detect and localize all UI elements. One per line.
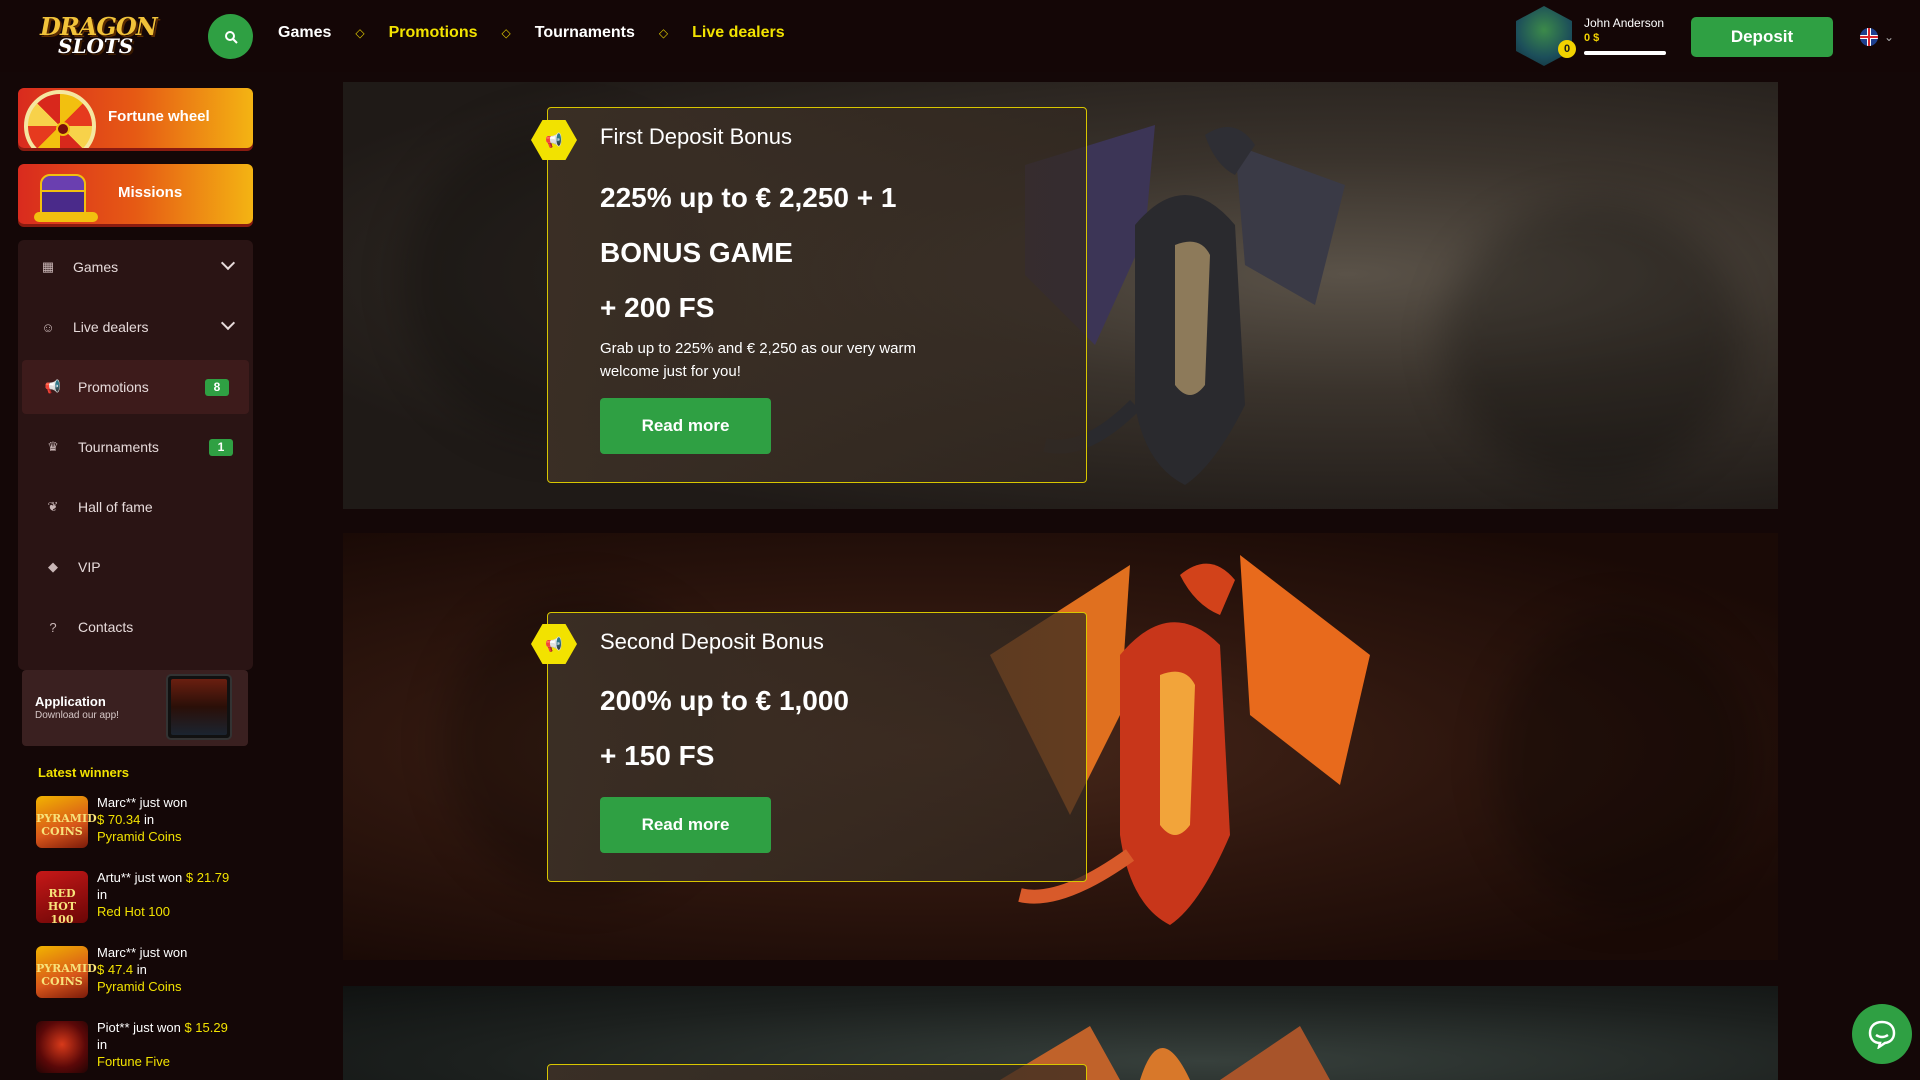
game-link[interactable]: Pyramid Coins (97, 979, 182, 994)
top-navigation: Games ◇ Promotions ◇ Tournaments ◇ Live … (278, 24, 785, 42)
chat-icon (1868, 1020, 1896, 1049)
laurel-icon: ❦ (47, 499, 59, 514)
nav-separator-icon: ◇ (658, 26, 669, 40)
sidebar-item-label: Live dealers (73, 319, 149, 335)
fortune-wheel-icon (24, 90, 96, 148)
latest-winners-title: Latest winners (38, 765, 130, 780)
offer-headline: + 200 FS (600, 292, 715, 323)
sidebar-item-live-dealers[interactable]: ☺ Live dealers (18, 300, 253, 354)
winner-item[interactable]: PYRAMID COINS Marc** just won $ 70.34 in… (36, 794, 246, 850)
user-balance: 0 $ (1584, 32, 1600, 44)
phone-app-preview-icon (166, 674, 232, 740)
language-selector[interactable]: ⌄ (1860, 28, 1894, 46)
third-bonus-card (547, 1064, 1087, 1080)
nav-games[interactable]: Games (278, 24, 331, 42)
deposit-button[interactable]: Deposit (1691, 17, 1833, 57)
offer-description: Grab up to 225% and € 2,250 as our very … (600, 340, 917, 380)
win-amount: $ 15.29 (184, 1020, 228, 1035)
sidebar-item-label: Promotions (78, 379, 149, 395)
level-progress-fill (1584, 51, 1666, 55)
winner-text: Artu** just won $ 21.79 in Red Hot 100 (97, 870, 230, 919)
offer-title: Second Deposit Bonus (600, 629, 824, 654)
sidebar-item-contacts[interactable]: ? Contacts (18, 600, 253, 654)
game-thumbnail[interactable]: RED HOT 100 (36, 871, 88, 926)
winner-item[interactable]: RED HOT 100 Artu** just won $ 21.79 in R… (36, 869, 246, 926)
search-button[interactable] (208, 14, 253, 59)
app-subtitle: Download our app! (35, 710, 119, 721)
logo-text-bottom: SLOTS (58, 34, 134, 58)
top-header: DRAGON SLOTS Games ◇ Promotions ◇ Tourna… (0, 0, 1920, 72)
chevron-down-icon[interactable] (220, 315, 236, 331)
offer-headline: 200% up to € 1,000 (600, 685, 850, 716)
treasure-chest-icon (34, 172, 98, 222)
winner-text: Marc** just won $ 47.4 in Pyramid Coins (97, 945, 188, 994)
win-amount: $ 70.34 (97, 812, 141, 827)
sidebar-item-label: VIP (78, 559, 101, 575)
winner-item[interactable]: PYRAMID COINS Marc** just won $ 47.4 in … (36, 944, 246, 1000)
read-more-button[interactable]: Read more (600, 398, 771, 454)
live-dealers-icon: ☺ (41, 319, 55, 335)
game-thumbnail[interactable]: PYRAMID COINS (36, 946, 97, 998)
sidebar-item-promotions[interactable]: 📢 Promotions 8 (22, 360, 249, 414)
winner-item[interactable]: Piot** just won $ 15.29 in Fortune Five (36, 1019, 246, 1075)
missions-label: Missions (118, 184, 183, 201)
game-link[interactable]: Pyramid Coins (97, 829, 182, 844)
sidebar-menu: ▦ Games ☺ Live dealers 📢 Promotions 8 ♛ … (18, 240, 253, 670)
fortune-wheel-label: Fortune wheel (108, 108, 210, 125)
chevron-down-icon: ⌄ (1884, 30, 1895, 44)
missions-card[interactable]: Missions (18, 164, 253, 224)
trophy-icon: ♛ (47, 439, 59, 454)
sidebar-item-label: Tournaments (78, 439, 159, 455)
avatar[interactable]: 0 (1516, 6, 1576, 66)
offer-headline: + 150 FS (600, 740, 715, 771)
search-icon (224, 30, 238, 44)
nav-separator-icon: ◇ (355, 26, 365, 40)
win-amount: $ 21.79 (185, 870, 230, 885)
uk-flag-icon (1860, 28, 1878, 46)
offer-headline: 225% up to € 2,250 + 1 (600, 182, 897, 213)
game-link[interactable]: Red Hot 100 (97, 904, 170, 919)
help-icon: ? (49, 619, 57, 635)
sidebar-item-games[interactable]: ▦ Games (18, 240, 253, 294)
app-title: Application (35, 694, 106, 709)
level-badge: 0 (1558, 40, 1576, 58)
diamond-icon: ◆ (48, 559, 58, 574)
sidebar-item-tournaments[interactable]: ♛ Tournaments 1 (18, 420, 253, 474)
games-icon: ▦ (41, 259, 55, 274)
chevron-down-icon[interactable] (220, 255, 236, 271)
offer-title: First Deposit Bonus (600, 124, 792, 149)
win-amount: $ 47.4 (97, 962, 134, 977)
fortune-wheel-card[interactable]: Fortune wheel (18, 88, 253, 148)
winner-text: Marc** just won $ 70.34 in Pyramid Coins (97, 795, 188, 844)
game-thumbnail[interactable] (36, 1021, 88, 1073)
promotions-count-badge: 8 (205, 378, 229, 396)
game-thumbnail[interactable]: PYRAMID COINS (36, 796, 97, 848)
live-chat-button[interactable] (1852, 1004, 1912, 1064)
megaphone-icon: 📢 (44, 379, 62, 394)
nav-separator-icon: ◇ (501, 26, 511, 40)
game-link[interactable]: Fortune Five (97, 1054, 170, 1069)
app-download-card[interactable]: Application Download our app! (22, 670, 248, 746)
sidebar-item-label: Contacts (78, 619, 134, 635)
sidebar-item-hall-of-fame[interactable]: ❦ Hall of fame (18, 480, 253, 534)
nav-live-dealers[interactable]: Live dealers (692, 24, 785, 42)
nav-promotions[interactable]: Promotions (389, 24, 478, 42)
sidebar-item-label: Hall of fame (78, 499, 153, 515)
tournaments-count-badge: 1 (209, 438, 233, 456)
sidebar-item-vip[interactable]: ◆ VIP (18, 540, 253, 594)
nav-tournaments[interactable]: Tournaments (535, 24, 635, 42)
user-name: John Anderson (1584, 16, 1665, 30)
sidebar-item-label: Games (73, 259, 119, 275)
read-more-button[interactable]: Read more (600, 797, 771, 853)
winner-text: Piot** just won $ 15.29 in Fortune Five (97, 1020, 228, 1069)
offer-headline: BONUS GAME (600, 237, 793, 268)
user-profile[interactable]: 0 John Anderson 0 $ (1516, 6, 1666, 66)
sidebar: Fortune wheel Missions ▦ Games ☺ Live de… (18, 88, 253, 1080)
level-progress-bar (1584, 51, 1666, 55)
dragon-slots-logo[interactable]: DRAGON SLOTS (36, 8, 158, 58)
